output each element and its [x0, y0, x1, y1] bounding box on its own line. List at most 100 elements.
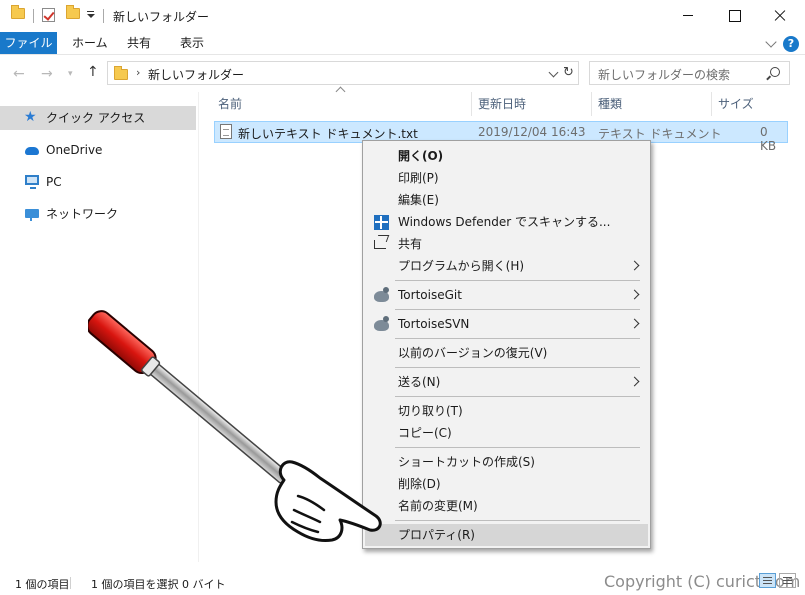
menu-item-label: 送る(N) [398, 375, 441, 389]
address-bar[interactable]: › 新しいフォルダー ↻ [107, 61, 579, 85]
menu-item-label: プログラムから開く(H) [398, 259, 525, 273]
menu-item-restore-previous[interactable]: 以前のバージョンの復元(V) [365, 342, 648, 364]
column-header-size[interactable]: サイズ [718, 95, 754, 112]
share-icon [374, 240, 386, 249]
search-box[interactable]: 新しいフォルダーの検索 [589, 61, 790, 85]
column-header-modified[interactable]: 更新日時 [478, 95, 526, 112]
star-icon: ★ [24, 109, 37, 125]
menu-item-tortoisegit[interactable]: TortoiseGit [365, 284, 648, 306]
sidebar-item-network[interactable]: ネットワーク [0, 202, 196, 226]
sort-ascending-icon [335, 86, 346, 97]
menu-item-create-shortcut[interactable]: ショートカットの作成(S) [365, 451, 648, 473]
properties-check-icon[interactable] [42, 8, 55, 22]
menu-divider [395, 447, 640, 448]
help-icon[interactable]: ? [783, 36, 799, 52]
menu-divider [395, 309, 640, 310]
pointing-stick-illustration [88, 310, 382, 542]
sidebar-item-onedrive[interactable]: OneDrive [0, 138, 196, 162]
address-dropdown-icon[interactable] [548, 67, 559, 78]
menu-item-copy[interactable]: コピー(C) [365, 422, 648, 444]
file-size: 0 KB [760, 125, 777, 153]
cloud-icon [25, 147, 39, 155]
search-input[interactable]: 新しいフォルダーの検索 [598, 66, 730, 83]
window-title: 新しいフォルダー [113, 10, 210, 24]
folder-icon [114, 66, 128, 80]
details-view-icon[interactable] [759, 573, 776, 588]
menu-item-label: 名前の変更(M) [398, 499, 478, 513]
menu-item-open[interactable]: 開く(O) [365, 145, 648, 167]
menu-item-label: Windows Defender でスキャンする... [398, 215, 611, 229]
menu-item-label: TortoiseSVN [398, 317, 470, 331]
menu-item-label: 開く(O) [398, 149, 444, 163]
tab-file[interactable]: ファイル [0, 32, 57, 54]
menu-item-label: 以前のバージョンの復元(V) [398, 346, 548, 360]
status-item-count: 1 個の項目 [15, 578, 70, 591]
tab-home[interactable]: ホーム [60, 32, 120, 54]
menu-item-properties[interactable]: プロパティ(R) [365, 524, 648, 546]
folder-icon [11, 5, 25, 19]
submenu-chevron-icon [629, 289, 640, 300]
back-arrow-icon[interactable]: ← [13, 66, 25, 82]
pointer-rod [135, 351, 290, 484]
column-header-type[interactable]: 種類 [598, 95, 622, 112]
maximize-button[interactable] [711, 0, 757, 32]
quick-access-dropdown-icon[interactable] [86, 11, 95, 20]
divider [33, 9, 34, 23]
new-folder-icon[interactable] [66, 5, 80, 19]
menu-item-tortoisesvn[interactable]: TortoiseSVN [365, 313, 648, 335]
column-header-name[interactable]: 名前 [218, 95, 242, 112]
file-modified: 2019/12/04 16:43 [478, 125, 586, 139]
submenu-chevron-icon [629, 318, 640, 329]
column-divider[interactable] [711, 92, 712, 116]
breadcrumb-chevron-icon[interactable]: › [136, 66, 140, 79]
sidebar-item-label: PC [46, 175, 62, 189]
expand-ribbon-chevron-icon[interactable] [765, 36, 777, 48]
menu-item-open-with[interactable]: プログラムから開く(H) [365, 255, 648, 277]
pc-icon [25, 175, 39, 189]
menu-divider [395, 367, 640, 368]
menu-item-label: TortoiseGit [398, 288, 462, 302]
menu-item-label: 編集(E) [398, 193, 439, 207]
sidebar-item-label: クイック アクセス [46, 111, 146, 125]
context-menu: 開く(O) 印刷(P) 編集(E) Windows Defender でスキャン… [362, 140, 651, 549]
pointing-hand-icon [274, 460, 382, 542]
menu-divider [395, 520, 640, 521]
up-arrow-icon[interactable]: ↑ [87, 64, 99, 80]
menu-item-label: 切り取り(T) [398, 404, 463, 418]
refresh-icon[interactable]: ↻ [563, 65, 574, 80]
status-selection: 1 個の項目を選択 0 バイト [91, 578, 226, 591]
sidebar-item-quick-access[interactable]: ★ クイック アクセス [0, 106, 196, 130]
minimize-button[interactable] [665, 0, 711, 32]
menu-item-share[interactable]: 共有 [365, 233, 648, 255]
pointer-stick [88, 310, 290, 484]
menu-item-send-to[interactable]: 送る(N) [365, 371, 648, 393]
column-divider[interactable] [591, 92, 592, 116]
network-icon [25, 209, 39, 221]
menu-item-cut[interactable]: 切り取り(T) [365, 400, 648, 422]
recent-chevron-icon[interactable]: ▾ [68, 69, 73, 79]
search-icon[interactable] [770, 67, 780, 77]
sidebar-item-pc[interactable]: PC [0, 170, 196, 194]
menu-item-label: コピー(C) [398, 426, 452, 440]
text-document-icon [220, 124, 232, 139]
menu-item-delete[interactable]: 削除(D) [365, 473, 648, 495]
menu-item-print[interactable]: 印刷(P) [365, 167, 648, 189]
divider [103, 9, 104, 23]
menu-item-defender-scan[interactable]: Windows Defender でスキャンする... [365, 211, 648, 233]
menu-item-label: ショートカットの作成(S) [398, 455, 535, 469]
large-icons-view-icon[interactable] [779, 573, 796, 588]
tab-share[interactable]: 共有 [115, 32, 163, 54]
menu-item-label: プロパティ(R) [398, 528, 475, 542]
breadcrumb[interactable]: 新しいフォルダー [148, 66, 244, 83]
close-button[interactable] [757, 0, 803, 32]
menu-item-label: 共有 [398, 237, 423, 251]
menu-divider [395, 396, 640, 397]
tab-view[interactable]: 表示 [168, 32, 216, 54]
menu-item-edit[interactable]: 編集(E) [365, 189, 648, 211]
menu-item-rename[interactable]: 名前の変更(M) [365, 495, 648, 517]
menu-divider [395, 280, 640, 281]
forward-arrow-icon[interactable]: → [41, 66, 53, 82]
submenu-chevron-icon [629, 376, 640, 387]
column-divider[interactable] [471, 92, 472, 116]
windows-defender-icon [374, 215, 389, 230]
